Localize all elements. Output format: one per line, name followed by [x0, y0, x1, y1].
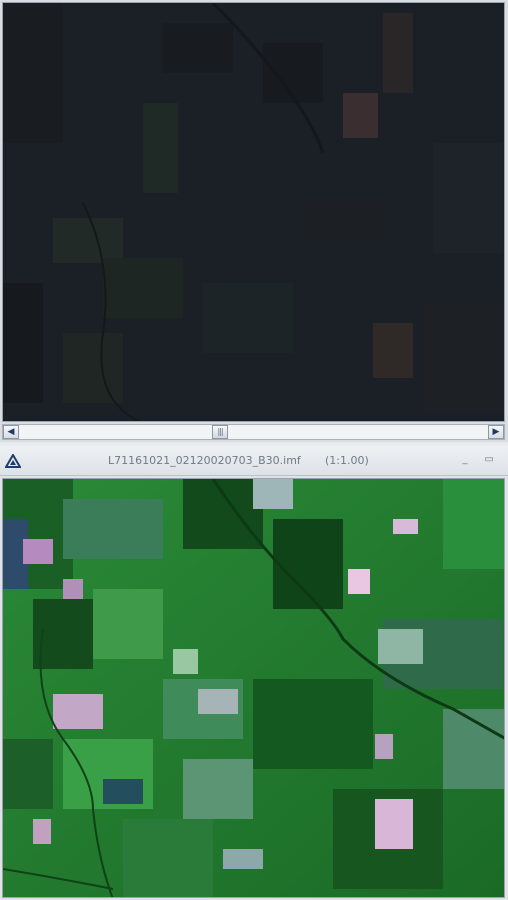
top-image-viewer: ◀ ||| ▶ — [0, 0, 508, 442]
window-titlebar[interactable]: L71161021_02120020703_B30.imf (1:1.00) _… — [0, 446, 508, 476]
horizontal-scrollbar[interactable]: ◀ ||| ▶ — [2, 424, 505, 440]
triangle-logo-icon[interactable] — [5, 454, 21, 468]
arrow-left-icon[interactable]: ◀ — [3, 425, 19, 439]
window-title: L71161021_02120020703_B30.imf — [108, 454, 301, 467]
dark-image-canvas — [3, 3, 504, 421]
zoom-scale-label: (1:1.00) — [325, 454, 369, 467]
grip-icon: ||| — [217, 427, 223, 436]
image-window: L71161021_02120020703_B30.imf (1:1.00) _… — [0, 446, 508, 900]
satellite-image-dark[interactable] — [2, 2, 505, 422]
satellite-image-color[interactable] — [2, 478, 505, 898]
minimize-icon[interactable]: _ — [458, 453, 472, 467]
color-image-canvas — [3, 479, 504, 897]
arrow-right-icon[interactable]: ▶ — [488, 425, 504, 439]
maximize-icon[interactable]: ▭ — [482, 453, 496, 467]
scrollbar-thumb[interactable]: ||| — [212, 425, 228, 439]
scrollbar-track[interactable]: ||| — [19, 425, 488, 439]
